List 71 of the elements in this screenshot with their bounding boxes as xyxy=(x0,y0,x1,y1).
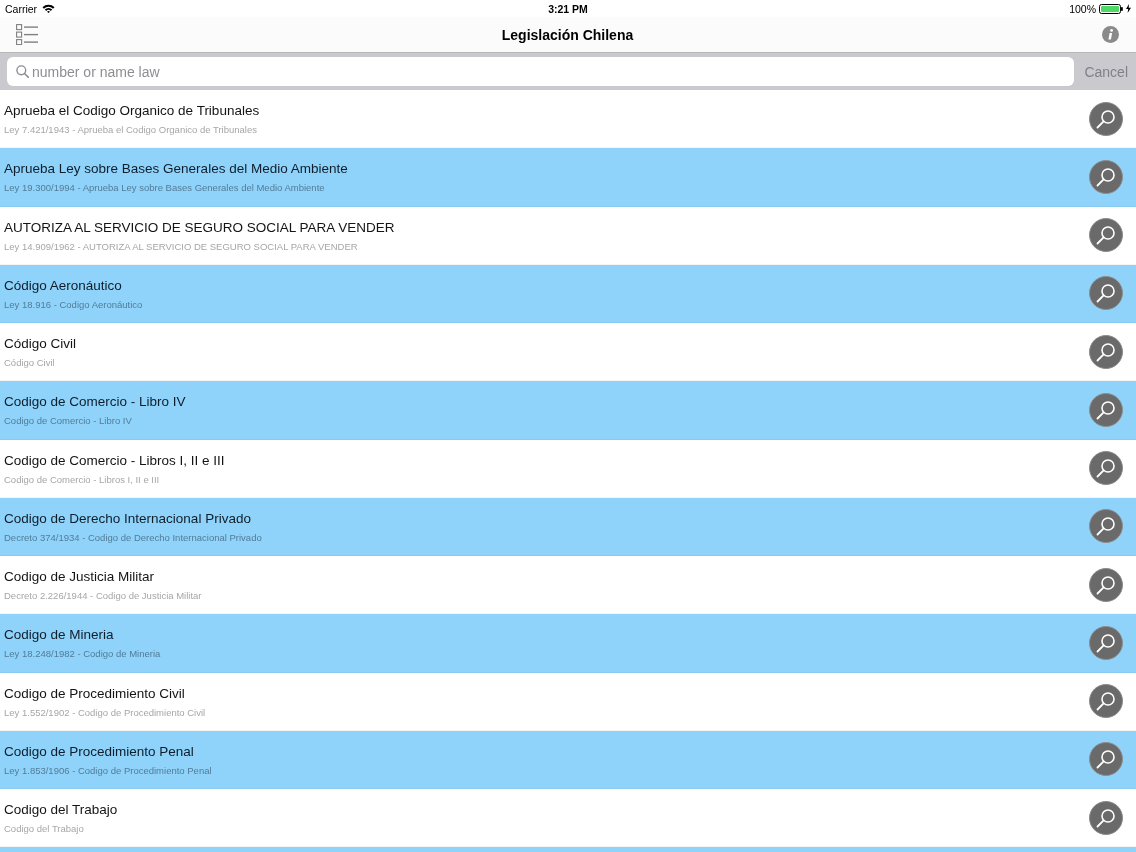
window-title: Legislación Chilena xyxy=(501,26,634,43)
search-icon xyxy=(1096,225,1116,246)
law-title: AUTORIZA AL SERVICIO DE SEGURO SOCIAL PARA VENDER xyxy=(4,219,395,236)
wifi-icon xyxy=(42,4,56,13)
search-button[interactable] xyxy=(1089,218,1123,253)
law-row[interactable]: Codigo de Derecho Internacional Privado Decreto 374/1934 - Codigo de Derecho Internacional Privado xyxy=(0,497,1136,556)
search-button[interactable] xyxy=(1089,800,1123,835)
search-icon xyxy=(1096,399,1116,420)
search-icon xyxy=(1096,341,1116,362)
search-button[interactable] xyxy=(1089,101,1123,136)
search-button[interactable] xyxy=(1089,625,1123,660)
search-icon xyxy=(1096,166,1116,187)
law-subtitle: Codigo de Comercio - Libros I, II e III xyxy=(4,473,161,486)
search-icon xyxy=(1096,108,1116,129)
law-subtitle: Codigo de Comercio - Libro IV xyxy=(4,415,133,428)
law-row[interactable]: Codigo de Procedimiento Penal Ley 1.853/1906 - Codigo de Procedimiento Penal xyxy=(0,730,1136,789)
law-title: Código Aeronáutico xyxy=(4,277,123,294)
law-title: Aprueba el Codigo Organico de Tribunales xyxy=(4,103,260,119)
search-button[interactable] xyxy=(1089,392,1123,427)
list-icon xyxy=(16,24,38,45)
law-subtitle: Codigo del Trabajo xyxy=(4,823,85,835)
law-subtitle: Ley 14.909/1962 - AUTORIZA AL SERVICIO DE SEGURO SOCIAL PARA VENDER xyxy=(4,240,359,253)
law-subtitle: Decreto 2.226/1944 - Codigo de Justicia Militar xyxy=(4,590,202,602)
law-title: Codigo de Comercio - Libro IV xyxy=(4,394,186,411)
law-title: Codigo de Justicia Militar xyxy=(4,569,156,585)
search-button[interactable] xyxy=(1089,451,1123,486)
search-icon xyxy=(16,65,29,78)
law-title: Codigo de Procedimiento Civil xyxy=(4,685,186,702)
search-icon xyxy=(1096,807,1116,828)
law-subtitle: Ley 1.853/1906 - Codigo de Procedimiento Penal xyxy=(4,764,212,777)
law-subtitle: Decreto 374/1934 - Codigo de Derecho Internacional Privado xyxy=(4,531,262,544)
search-button[interactable] xyxy=(1089,742,1123,777)
law-subtitle: Ley 18.248/1982 - Codigo de Mineria xyxy=(4,648,161,661)
search-icon xyxy=(1096,458,1116,479)
menu-button[interactable] xyxy=(16,24,38,45)
search-button[interactable] xyxy=(1089,276,1123,311)
search-button[interactable] xyxy=(1089,684,1123,719)
law-title: Codigo de Derecho Internacional Privado xyxy=(4,510,252,527)
carrier-label: Carrier xyxy=(5,2,38,15)
law-subtitle: Código Civil xyxy=(4,357,56,369)
law-subtitle: Ley 19.300/1994 - Aprueba Ley sobre Bases Generales del Medio Ambiente xyxy=(4,182,326,195)
info-icon xyxy=(1102,26,1119,43)
law-title: Aprueba Ley sobre Bases Generales del Medio Ambiente xyxy=(4,161,348,178)
law-subtitle: Ley 18.916 - Codigo Aeronáutico xyxy=(4,298,143,311)
search-button[interactable] xyxy=(1089,509,1123,544)
search-icon xyxy=(1096,691,1116,712)
law-subtitle: Ley 7.421/1943 - Aprueba el Codigo Organico de Tribunales xyxy=(4,124,258,136)
clock-time: 3:21 PM xyxy=(548,2,588,15)
search-icon xyxy=(1096,749,1116,770)
search-button[interactable] xyxy=(1089,159,1123,194)
law-row[interactable]: Código Aeronáutico Ley 18.916 - Codigo Aeronáutico xyxy=(0,264,1136,323)
search-icon xyxy=(1096,632,1116,653)
law-title: Código Civil xyxy=(4,336,77,352)
battery-percentage: 100% xyxy=(1069,2,1096,15)
law-title: Codigo del Trabajo xyxy=(4,802,118,818)
law-row[interactable]: Aprueba Ley sobre Bases Generales del Medio Ambiente Ley 19.300/1994 - Aprueba Ley sobre Bases Generales del Medio Ambiente xyxy=(0,148,1136,207)
law-row[interactable]: Codigo de Mineria Ley 18.248/1982 - Codigo de Mineria xyxy=(0,614,1136,673)
search-icon xyxy=(1096,574,1116,595)
info-button[interactable] xyxy=(1102,26,1119,43)
search-button[interactable] xyxy=(1089,334,1123,369)
law-title: Codigo de Procedimiento Penal xyxy=(4,743,195,760)
law-subtitle: Ley 1.552/1902 - Codigo de Procedimiento Civil xyxy=(4,706,206,719)
law-row[interactable]: Codigo de Comercio - Libro IV Codigo de Comercio - Libro IV xyxy=(0,381,1136,440)
search-icon xyxy=(1096,516,1116,537)
law-title: Codigo de Mineria xyxy=(4,627,115,644)
search-icon xyxy=(1096,283,1116,304)
search-field[interactable]: number or name law xyxy=(7,57,1075,86)
charging-bolt-icon xyxy=(1126,4,1131,13)
search-button[interactable] xyxy=(1089,567,1123,602)
battery-icon xyxy=(1099,3,1123,14)
law-title: Codigo de Comercio - Libros I, II e III xyxy=(4,452,225,469)
